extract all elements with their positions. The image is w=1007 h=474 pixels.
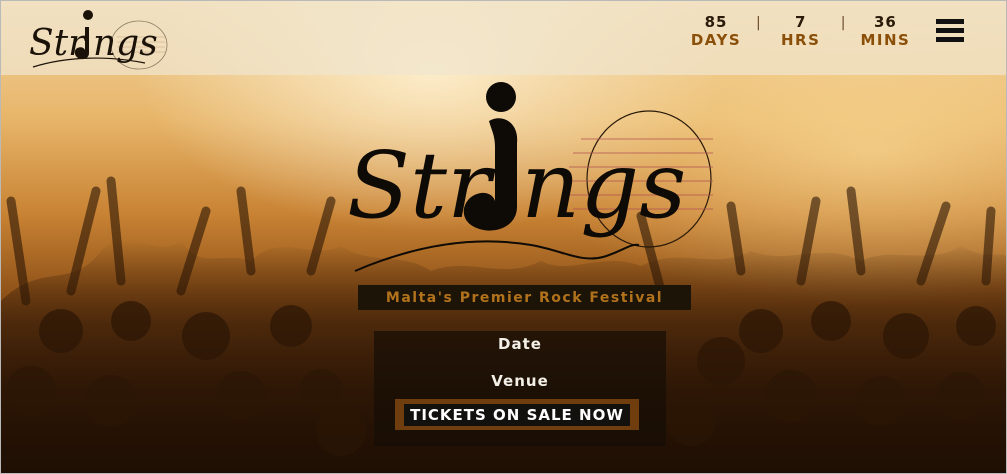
countdown-separator: | — [756, 15, 761, 31]
svg-text:ngs: ngs — [521, 132, 686, 239]
tickets-button-label: TICKETS ON SALE NOW — [404, 403, 630, 426]
countdown-hours-value: 7 — [795, 13, 807, 31]
countdown-separator: | — [840, 15, 846, 31]
header-bar: Str ngs 85 DAYS | 7 HRS | 36 MINS — [1, 1, 1006, 75]
menu-bar — [936, 28, 964, 33]
event-date: Date — [498, 335, 542, 353]
event-venue: Venue — [491, 372, 549, 390]
page: Str ngs 85 DAYS | 7 HRS | 36 MINS Str ng… — [0, 0, 1007, 474]
menu-bar — [936, 19, 964, 24]
menu-bar — [936, 37, 964, 42]
header-logo[interactable]: Str ngs — [25, 5, 175, 71]
hero-logo: Str ngs — [347, 82, 713, 272]
countdown-minutes-value: 36 — [874, 13, 897, 31]
countdown-hours: 7 HRS — [769, 13, 833, 49]
countdown-days: 85 DAYS — [684, 13, 748, 49]
countdown-hours-label: HRS — [781, 31, 821, 49]
tagline-text: Malta's Premier Rock Festival — [385, 289, 664, 306]
countdown-timer: 85 DAYS | 7 HRS | 36 MINS — [684, 13, 917, 49]
tickets-button[interactable]: TICKETS ON SALE NOW — [395, 399, 639, 430]
hamburger-menu-icon[interactable] — [936, 19, 964, 45]
countdown-minutes: 36 MINS — [853, 13, 917, 49]
countdown-days-value: 85 — [704, 13, 728, 31]
countdown-minutes-label: MINS — [860, 31, 911, 49]
tagline-banner: Malta's Premier Rock Festival — [358, 285, 691, 310]
countdown-days-label: DAYS — [690, 31, 742, 49]
